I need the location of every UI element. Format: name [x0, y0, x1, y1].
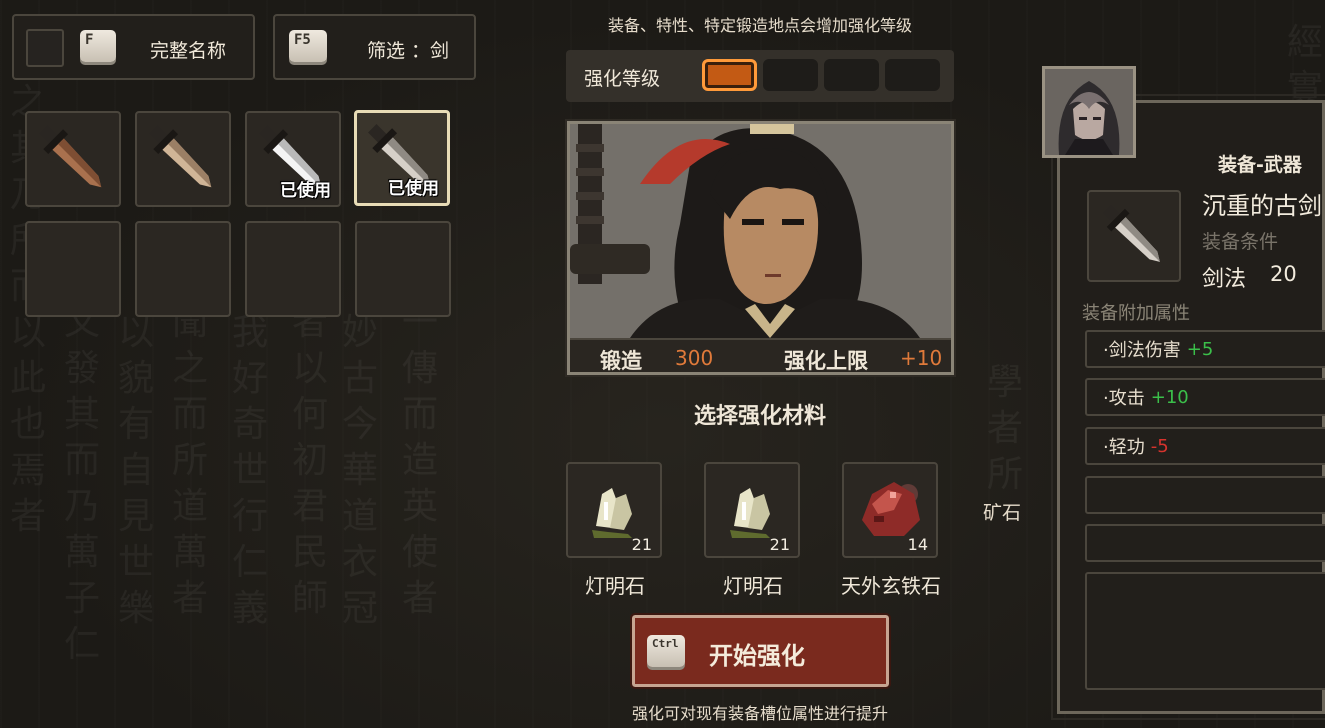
dagger-icon	[149, 125, 212, 188]
attribute-row-empty	[1085, 476, 1325, 514]
detail-item-name-text: 沉重的古剑	[1202, 192, 1322, 220]
used-label: 已使用	[388, 179, 439, 199]
extra-attr-title: 装备附加属性	[1082, 303, 1190, 324]
character-avatar-frame[interactable]	[1042, 66, 1136, 158]
enhance-level-bar: 强化等级	[566, 50, 954, 102]
level-indicator-2	[763, 59, 818, 91]
select-material-title: 选择强化材料	[693, 404, 826, 429]
material-slot-1[interactable]: 21	[566, 462, 662, 558]
level-indicator-1	[702, 59, 757, 91]
attribute-value: +10	[1150, 386, 1189, 408]
footer-hint: 强化可对现有装备槽位属性进行提升	[631, 704, 888, 723]
forge-label: 锻造	[600, 349, 642, 373]
skill-name: 剑法	[1202, 267, 1247, 292]
cap-label: 强化上限	[784, 349, 868, 373]
requirement-label: 装备条件	[1202, 231, 1279, 253]
material-name: 天外玄铁石	[841, 574, 941, 598]
inventory-slot-3[interactable]: 已使用	[245, 111, 341, 207]
sort-checkbox[interactable]	[26, 29, 64, 67]
material-count: 21	[631, 535, 652, 554]
filter-key[interactable]: F5	[289, 30, 327, 62]
dagger-icon	[39, 125, 102, 188]
attribute-value: +5	[1186, 338, 1214, 360]
inventory-slot-5[interactable]	[25, 221, 121, 317]
character-portrait-frame: 锻造 300 强化上限 +10	[565, 119, 956, 377]
cap-value: +10	[900, 346, 943, 370]
inventory-slot-8[interactable]	[355, 221, 451, 317]
detail-item-name: 沉重的古剑	[1202, 186, 1325, 220]
sort-panel[interactable]: F 完整名称	[12, 14, 255, 80]
ctrl-key[interactable]: Ctrl	[647, 635, 685, 667]
portrait-stats-bar: 锻造 300 强化上限 +10	[570, 338, 951, 373]
sort-key[interactable]: F	[80, 30, 116, 62]
inventory-slot-4[interactable]: 已使用	[354, 110, 450, 206]
material-name: 灯明石	[585, 574, 645, 598]
enhance-level-label: 强化等级	[584, 68, 661, 90]
detail-category: 装备-武器	[1218, 154, 1302, 176]
forge-value: 300	[675, 346, 714, 370]
header-hint: 装备、特性、特定锻造地点会增加强化等级	[607, 16, 912, 35]
attribute-row-empty	[1085, 524, 1325, 562]
level-indicator-3	[824, 59, 879, 91]
material-count: 14	[907, 535, 928, 554]
material-count: 21	[769, 535, 790, 554]
ore-side-label: 矿石	[983, 502, 1022, 524]
inventory-slot-2[interactable]	[135, 111, 231, 207]
material-name: 灯明石	[723, 574, 783, 598]
description-box	[1085, 572, 1325, 690]
attribute-row: ·轻功 -5	[1085, 427, 1325, 465]
start-enhance-button[interactable]: Ctrl 开始强化	[630, 613, 891, 689]
material-slot-2[interactable]: 21	[704, 462, 800, 558]
inventory-slot-6[interactable]	[135, 221, 231, 317]
sort-label: 完整名称	[150, 40, 227, 62]
inventory-slot-7[interactable]	[245, 221, 341, 317]
attribute-row: ·攻击 +10	[1085, 378, 1325, 416]
attribute-name: ·轻功	[1103, 437, 1145, 458]
start-enhance-label: 开始强化	[709, 642, 805, 670]
filter-label: 筛选 ：剑	[367, 40, 450, 62]
skill-value: 20	[1270, 262, 1297, 286]
detail-item-icon-frame	[1087, 190, 1181, 282]
dagger-icon	[1102, 204, 1160, 262]
inventory-slot-1[interactable]	[25, 111, 121, 207]
material-slot-3[interactable]: 14	[842, 462, 938, 558]
level-indicator-4	[885, 59, 940, 91]
used-label: 已使用	[280, 181, 331, 201]
filter-panel[interactable]: F5 筛选 ：剑	[273, 14, 476, 80]
attribute-name: ·攻击	[1103, 388, 1145, 409]
attribute-value: -5	[1150, 435, 1169, 457]
attribute-row: ·剑法伤害 +5	[1085, 330, 1325, 368]
avatar	[1045, 69, 1133, 155]
attribute-name: ·剑法伤害	[1103, 340, 1181, 361]
character-portrait	[570, 124, 951, 338]
